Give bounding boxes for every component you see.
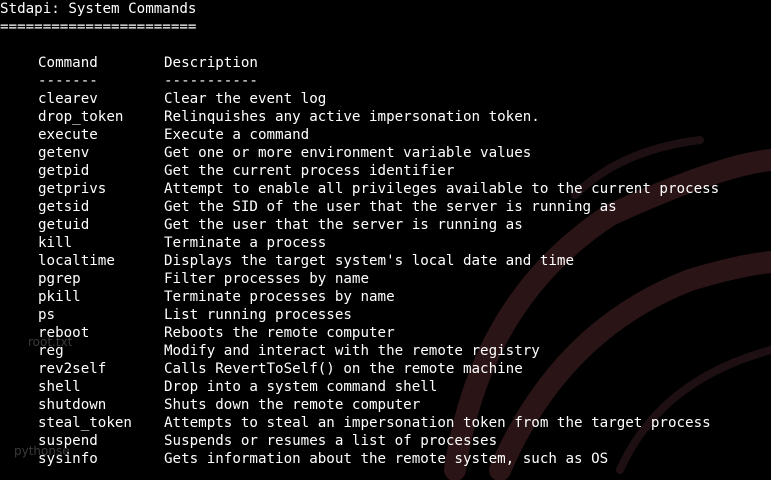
command-name: execute — [38, 127, 98, 143]
command-description: Calls RevertToSelf() on the remote machi… — [164, 361, 523, 377]
command-description: Attempt to enable all privileges availab… — [164, 181, 720, 197]
column-header-description-underline: ----------- — [164, 73, 258, 89]
command-name: shell — [38, 379, 81, 395]
command-description: Get the current process identifier — [164, 163, 455, 179]
command-description: Suspends or resumes a list of processes — [164, 433, 498, 449]
command-name: clearev — [38, 91, 98, 107]
command-description: Terminate a process — [164, 235, 327, 251]
command-description: Execute a command — [164, 127, 310, 143]
command-name: ps — [38, 307, 56, 323]
command-name: reboot — [38, 325, 90, 341]
command-name: pkill — [38, 289, 81, 305]
command-description: Displays the target system's local date … — [164, 253, 574, 269]
column-header-command: Command — [38, 55, 98, 71]
command-description: Shuts down the remote computer — [164, 397, 421, 413]
section-title: Stdapi: System Commands — [0, 1, 197, 17]
command-description: Get one or more environment variable val… — [164, 145, 532, 161]
command-name: reg — [38, 343, 64, 359]
command-name: localtime — [38, 253, 115, 269]
command-name: shutdown — [38, 397, 107, 413]
section-underline: ======================= — [0, 19, 197, 35]
command-description: Get the user that the server is running … — [164, 217, 523, 233]
command-description: Reboots the remote computer — [164, 325, 395, 341]
command-description: Attempts to steal an impersonation token… — [164, 415, 711, 431]
command-description: Filter processes by name — [164, 271, 369, 287]
command-description: Clear the event log — [164, 91, 327, 107]
command-name: suspend — [38, 433, 98, 449]
command-name: drop_token — [38, 109, 124, 125]
command-name: steal_token — [38, 415, 132, 431]
command-name: getsid — [38, 199, 90, 215]
command-description: Modify and interact with the remote regi… — [164, 343, 540, 359]
command-description: Get the SID of the user that the server … — [164, 199, 617, 215]
command-name: pgrep — [38, 271, 81, 287]
terminal-window[interactable]: root.txt pythonse Stdapi: System Command… — [0, 0, 771, 480]
command-name: getuid — [38, 217, 90, 233]
command-name: rev2self — [38, 361, 107, 377]
command-description: Drop into a system command shell — [164, 379, 438, 395]
command-description: Gets information about the remote system… — [164, 451, 609, 467]
command-name: kill — [38, 235, 73, 251]
column-header-command-underline: ------- — [38, 73, 98, 89]
column-header-description: Description — [164, 55, 258, 71]
command-description: Relinquishes any active impersonation to… — [164, 109, 540, 125]
command-name: getpid — [38, 163, 90, 179]
command-description: List running processes — [164, 307, 352, 323]
command-description: Terminate processes by name — [164, 289, 395, 305]
command-name: getenv — [38, 145, 90, 161]
command-name: getprivs — [38, 181, 107, 197]
command-name: sysinfo — [38, 451, 98, 467]
